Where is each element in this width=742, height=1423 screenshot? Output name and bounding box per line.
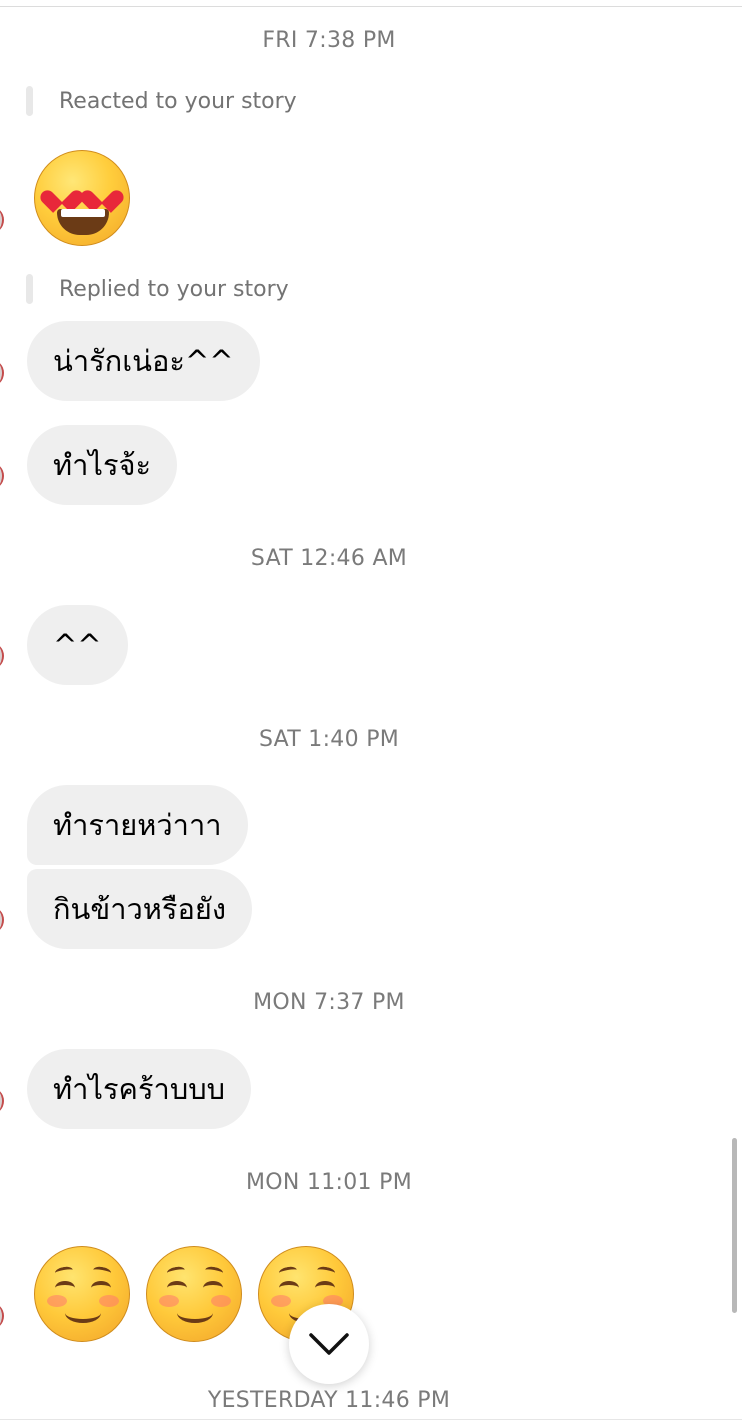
emoji-blush: [271, 1295, 291, 1307]
emoji-eye: [279, 1281, 299, 1295]
emoji-eye: [55, 1281, 75, 1295]
heart-icon: [89, 181, 115, 205]
scroll-to-bottom-button[interactable]: [289, 1304, 369, 1384]
avatar[interactable]: [0, 1087, 4, 1115]
smiling-face-emoji-icon: [146, 1246, 242, 1342]
top-divider: [0, 6, 742, 7]
smiling-face-emoji-icon: [34, 1246, 130, 1342]
story-note-text: Replied to your story: [59, 276, 289, 302]
timestamp: FRI 7:38 PM: [262, 28, 396, 53]
emoji-brow: [54, 1265, 74, 1278]
avatar[interactable]: [0, 359, 4, 387]
timestamp: MON 7:37 PM: [253, 990, 405, 1015]
emoji-eye: [91, 1281, 111, 1295]
avatar[interactable]: [0, 906, 4, 934]
emoji-brow: [278, 1265, 298, 1278]
emoji-mouth: [177, 1303, 213, 1323]
emoji-blush: [159, 1295, 179, 1307]
heart-icon: [49, 181, 75, 205]
emoji-blush: [47, 1295, 67, 1307]
avatar[interactable]: [0, 462, 4, 490]
message-bubble[interactable]: ทำรายหว่าาา: [27, 785, 248, 865]
heart-eyes-emoji-icon: [34, 150, 130, 246]
avatar[interactable]: [0, 642, 4, 670]
emoji-mouth: [65, 1303, 101, 1323]
emoji-brow: [166, 1265, 186, 1278]
story-reaction-note[interactable]: Reacted to your story: [26, 86, 297, 116]
message-bubble[interactable]: ^^: [27, 605, 128, 685]
avatar[interactable]: [0, 206, 4, 234]
bottom-divider: [0, 1419, 742, 1420]
emoji-eye: [167, 1281, 187, 1295]
emoji-mouth: [57, 209, 109, 235]
emoji-brow: [316, 1265, 336, 1278]
emoji-eye: [315, 1281, 335, 1295]
timestamp: SAT 1:40 PM: [258, 727, 400, 752]
emoji-brow: [204, 1265, 224, 1278]
emoji-eye: [203, 1281, 223, 1295]
message-bubble[interactable]: ทำไรจ้ะ: [27, 425, 178, 505]
emoji-blush: [211, 1295, 231, 1307]
avatar[interactable]: [0, 1302, 4, 1330]
timestamp: MON 11:01 PM: [246, 1170, 412, 1195]
story-quote-bar: [26, 274, 33, 304]
story-quote-bar: [26, 86, 33, 116]
story-reply-note[interactable]: Replied to your story: [26, 274, 289, 304]
emoji-blush: [99, 1295, 119, 1307]
story-note-text: Reacted to your story: [59, 88, 297, 114]
timestamp: YESTERDAY 11:46 PM: [207, 1388, 451, 1413]
timestamp: SAT 12:46 AM: [250, 546, 408, 571]
chevron-down-icon: [309, 1333, 349, 1355]
emoji-brow: [92, 1265, 112, 1278]
message-bubble[interactable]: ทำไรคร้าบบบ: [27, 1049, 252, 1129]
scrollbar[interactable]: [732, 1138, 737, 1313]
message-bubble[interactable]: น่ารักเน่อะ^^: [27, 321, 260, 401]
message-bubble[interactable]: กินข้าวหรือยัง: [27, 869, 253, 949]
